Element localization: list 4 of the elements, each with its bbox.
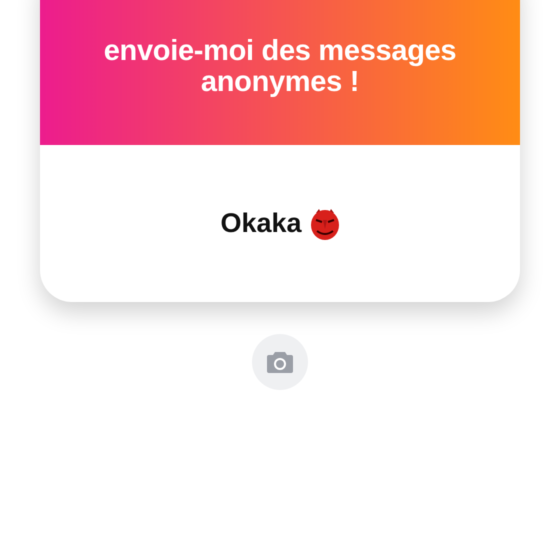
username: Okaka [220, 207, 302, 240]
card-title: envoie-moi des messages anonymes ! [102, 36, 458, 98]
mask-icon [310, 208, 340, 240]
camera-icon [266, 350, 294, 374]
